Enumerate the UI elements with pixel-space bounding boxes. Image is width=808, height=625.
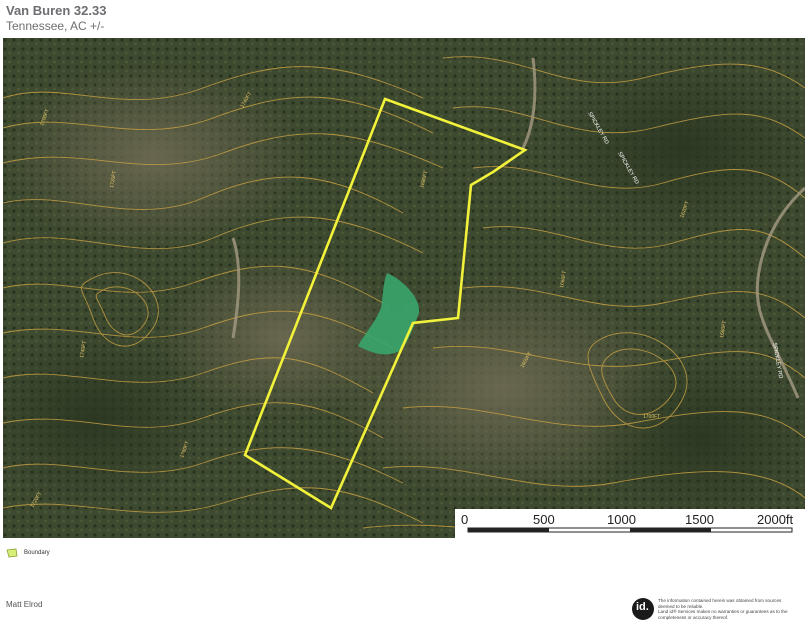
satellite-map[interactable]: 1700FT 1720FT 1740FT 1680FT 1660FT 1620F… <box>3 38 805 538</box>
disclaimer-line-4: completeness or accuracy thereof. <box>658 614 729 620</box>
disclaimer-line-3: Land id® Services makes no warranties or… <box>658 609 788 615</box>
map-subtitle: Tennessee, AC +/- <box>6 19 105 33</box>
contour-label-7: 1700FT <box>643 414 660 420</box>
boundary-legend-label: Boundary <box>24 550 50 556</box>
logo-text: id. <box>636 601 649 613</box>
scale-ruler <box>467 527 793 533</box>
scale-bar: 0 500 1000 1500 2000ft <box>455 509 805 538</box>
boundary-legend-icon <box>6 548 18 558</box>
agent-name: Matt Elrod <box>6 600 43 609</box>
land-id-logo: id. <box>632 598 654 620</box>
map-title: Van Buren 32.33 <box>6 3 107 18</box>
disclaimer: The information contained herein was obt… <box>658 598 804 620</box>
